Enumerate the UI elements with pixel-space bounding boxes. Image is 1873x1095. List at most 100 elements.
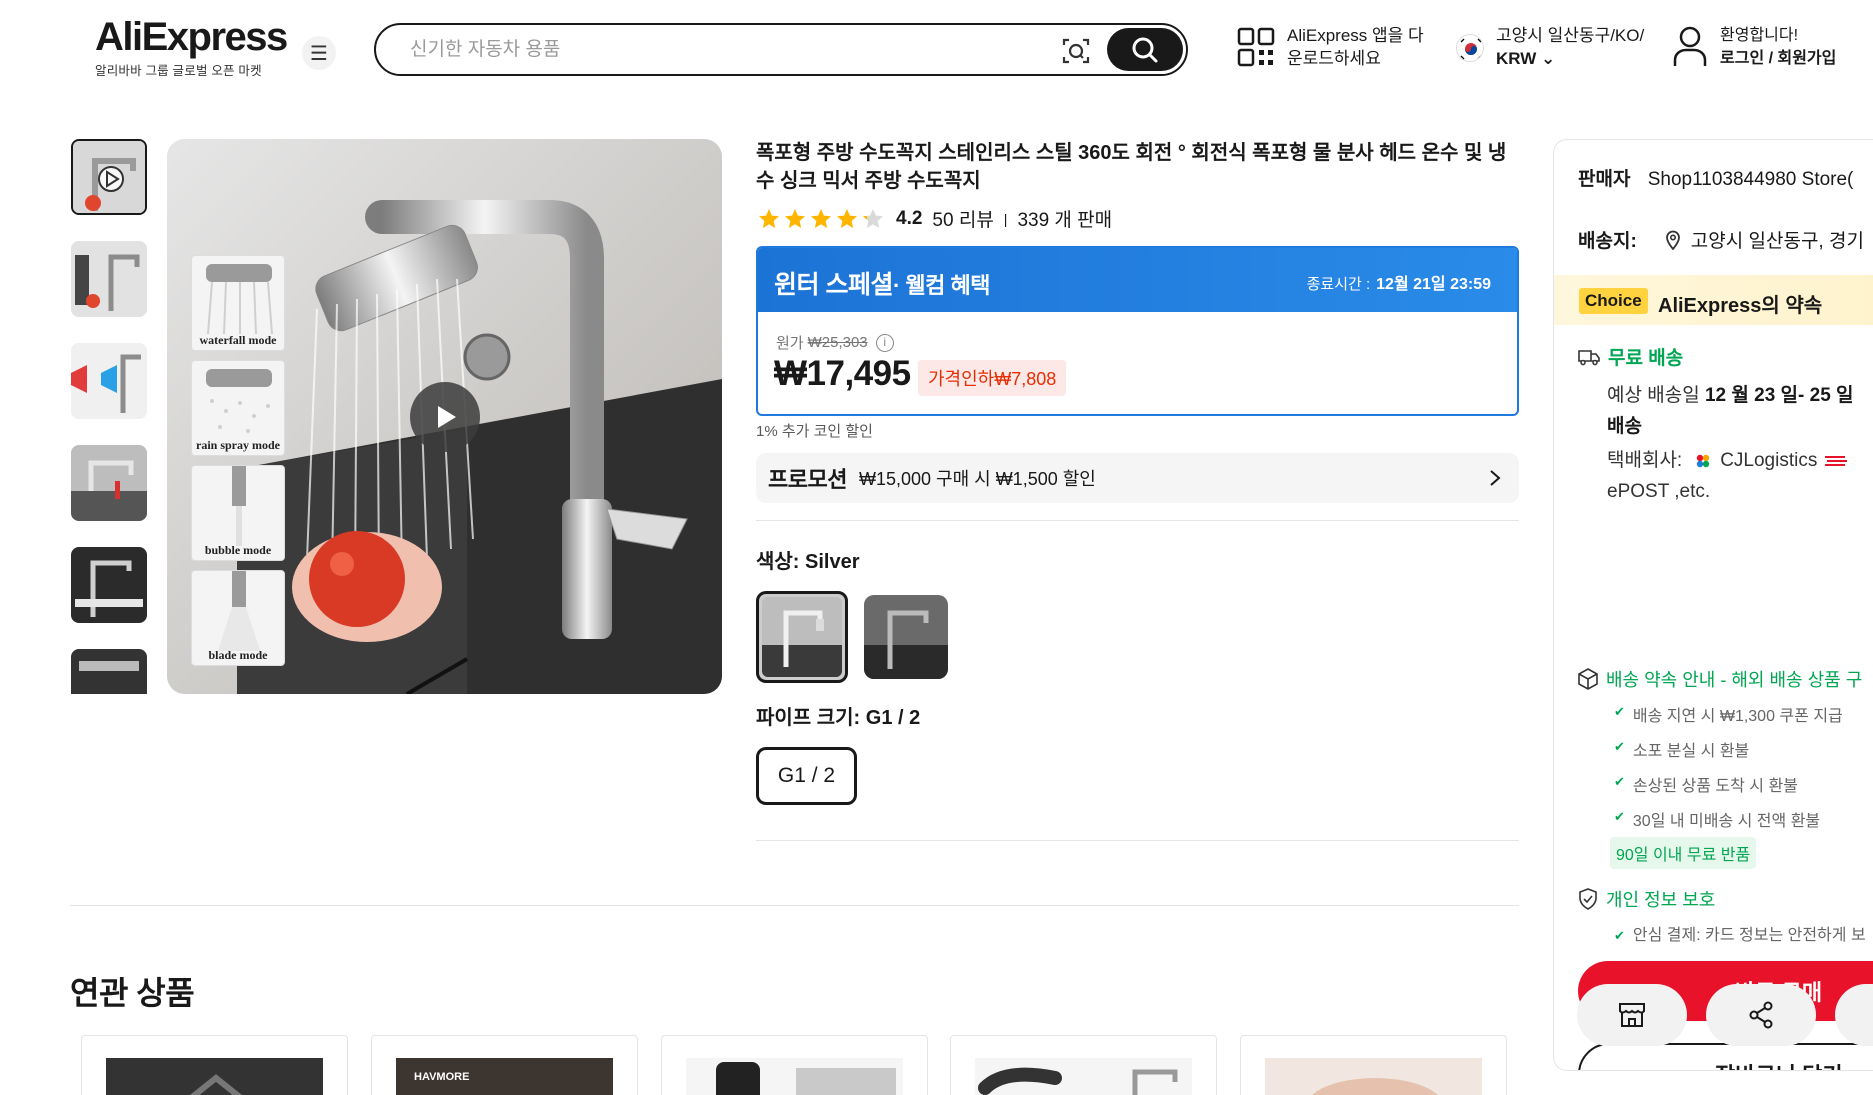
check-icon: ✔ <box>1614 809 1625 824</box>
image-search-icon[interactable] <box>1060 35 1092 67</box>
promo-price-box: 윈터 스페셜· 웰컴 혜택 종료시간 : 12월 21일 23:59 원가 ₩25… <box>756 246 1519 416</box>
star-icon <box>863 208 883 228</box>
sold-count: 339 개 판매 <box>1017 210 1113 231</box>
app-download-text: AliExpress 앱을 다운로드하세요 <box>1287 26 1424 68</box>
search-bar <box>374 23 1188 76</box>
shield-icon <box>1579 888 1597 910</box>
thumbnail-image[interactable] <box>71 547 147 623</box>
main-product-image[interactable]: waterfall mode rain spray mode bubble mo… <box>167 139 722 694</box>
play-video-button[interactable] <box>410 382 480 452</box>
menu-icon[interactable]: ☰ <box>302 36 336 70</box>
star-icon <box>837 208 857 228</box>
box-icon <box>1578 668 1598 690</box>
share-button[interactable] <box>1706 984 1816 1046</box>
free-shipping-title: 무료 배송 <box>1578 343 1683 370</box>
welcome-text: 환영합니다! <box>1720 27 1799 44</box>
mode-label: waterfall mode <box>199 333 277 347</box>
privacy-title-text: 개인 정보 보호 <box>1606 890 1716 910</box>
chevron-down-icon: ⌄ <box>1541 49 1556 68</box>
related-product-card[interactable] <box>1240 1035 1507 1095</box>
cj-logo-icon <box>1697 454 1710 467</box>
original-price-row: 원가 ₩25,303 i <box>776 332 894 353</box>
account-menu[interactable]: 환영합니다! 로그인 / 회원가입 <box>1672 24 1836 70</box>
seller-row[interactable]: 판매자 Shop1103844980 Store( <box>1578 164 1853 191</box>
original-price-label: 원가 <box>776 335 804 352</box>
seller-name[interactable]: Shop1103844980 Store( <box>1648 169 1854 190</box>
rating-row[interactable]: 4.2 50 리뷰 | 339 개 판매 <box>756 205 1112 232</box>
thumbnail-image[interactable] <box>71 445 147 521</box>
logo-text: AliExpress <box>95 15 288 59</box>
thumbnail-image[interactable] <box>71 649 147 694</box>
search-icon <box>1132 37 1158 62</box>
thumbnail-image[interactable] <box>71 343 147 419</box>
related-product-card[interactable] <box>950 1035 1217 1095</box>
seller-label: 판매자 <box>1578 169 1631 190</box>
divider <box>70 905 1519 906</box>
promo-name: 윈터 스페셜 <box>774 271 893 299</box>
check-icon: ✔ <box>1614 774 1625 789</box>
promo-end-time: 12월 21일 23:59 <box>1376 276 1491 293</box>
epost-logo-icon <box>1825 455 1848 466</box>
promotion-row[interactable]: 프로모션 ₩15,000 구매 시 ₩1,500 할인 <box>756 453 1519 503</box>
promo-sub: · 웰컴 혜택 <box>892 273 991 298</box>
guarantee-item: ✔ 소포 분실 시 환불 <box>1614 739 1750 760</box>
guarantee-item: ✔ 손상된 상품 도착 시 환불 <box>1614 774 1798 795</box>
delivery-guarantee-text: 배송 약속 안내 - 해외 배송 상품 구 <box>1606 670 1863 690</box>
carrier-name: CJLogistics <box>1720 450 1818 471</box>
original-price: ₩25,303 <box>807 334 868 351</box>
ship-to-address: 고양시 일산동구, 경기 <box>1690 231 1864 252</box>
mode-panel: bubble mode <box>191 465 285 561</box>
related-product-card[interactable] <box>661 1035 928 1095</box>
star-rating <box>756 207 886 231</box>
search-button[interactable] <box>1107 28 1183 71</box>
rating-value: 4.2 <box>896 207 923 229</box>
login-link[interactable]: 로그인 / 회원가입 <box>1720 47 1836 70</box>
qr-code-icon <box>1237 27 1275 67</box>
location-pin-icon <box>1665 230 1680 250</box>
carrier-alt: ePOST ,etc. <box>1607 481 1711 502</box>
user-icon <box>1673 26 1707 66</box>
delivery-guarantee-title[interactable]: 배송 약속 안내 - 해외 배송 상품 구 <box>1578 666 1862 692</box>
choice-banner: Choice AliExpress의 약속 <box>1554 275 1873 325</box>
logo-tagline: 알리바바 그룹 글로벌 오픈 마켓 <box>95 64 262 78</box>
thumbnail-video[interactable] <box>71 139 147 215</box>
related-products-title: 연관 상품 <box>70 975 195 1011</box>
check-icon: ✔ <box>1614 739 1625 754</box>
truck-icon <box>1578 349 1600 365</box>
color-option[interactable] <box>864 595 948 679</box>
check-icon: ✔ <box>1614 928 1625 943</box>
privacy-title[interactable]: 개인 정보 보호 <box>1578 886 1715 912</box>
add-to-cart-button[interactable]: 장바구니 담기 <box>1578 1043 1873 1070</box>
info-icon[interactable]: i <box>875 333 894 352</box>
review-count[interactable]: 50 리뷰 <box>932 205 993 232</box>
related-product-card[interactable]: HAVMORE <box>371 1035 638 1095</box>
aliexpress-logo[interactable]: AliExpress 알리바바 그룹 글로벌 오픈 마켓 <box>95 15 288 79</box>
free-shipping-text: 무료 배송 <box>1608 348 1684 369</box>
mode-panel: rain spray mode <box>191 360 285 456</box>
store-button[interactable] <box>1577 984 1687 1046</box>
ship-to-row[interactable]: 배송지: 고양시 일산동구, 경기 <box>1578 226 1864 253</box>
guarantee-item: ✔ 배송 지연 시 ₩1,300 쿠폰 지급 <box>1614 704 1843 725</box>
check-icon: ✔ <box>1614 704 1625 719</box>
pipe-size-option[interactable]: G1 / 2 <box>756 747 857 805</box>
thumbnail-list <box>70 139 148 694</box>
choice-badge: Choice <box>1579 288 1648 314</box>
carrier-label: 택배회사: <box>1607 450 1683 471</box>
region-selector[interactable]: 고양시 일산동구/KO/ KRW ⌄ <box>1456 24 1644 70</box>
separator: | <box>1003 210 1008 227</box>
star-icon <box>785 208 805 228</box>
est-delivery-suffix: 배송 <box>1607 416 1642 437</box>
chevron-right-icon <box>1490 470 1501 486</box>
purchase-panel: 판매자 Shop1103844980 Store( 배송지: 고양시 일산동구,… <box>1553 139 1873 1071</box>
color-option-selected[interactable] <box>756 591 848 683</box>
thumbnail-image[interactable] <box>71 241 147 317</box>
app-download[interactable]: AliExpress 앱을 다운로드하세요 <box>1237 24 1427 70</box>
product-title: 폭포형 주방 수도꼭지 스테인리스 스틸 360도 회전 ° 회전식 폭포형 물… <box>756 142 1507 192</box>
mode-label: bubble mode <box>204 543 272 557</box>
guarantee-list: ✔ 배송 지연 시 ₩1,300 쿠폰 지급 ✔ 소포 분실 시 환불 ✔ 손상된 상… <box>1614 702 1843 842</box>
promotion-label: 프로모션 <box>768 467 847 492</box>
brand-text: HAVMORE <box>414 1071 469 1083</box>
mode-panel: blade mode <box>191 570 285 666</box>
related-product-card[interactable] <box>81 1035 348 1095</box>
search-input[interactable] <box>410 37 1050 63</box>
